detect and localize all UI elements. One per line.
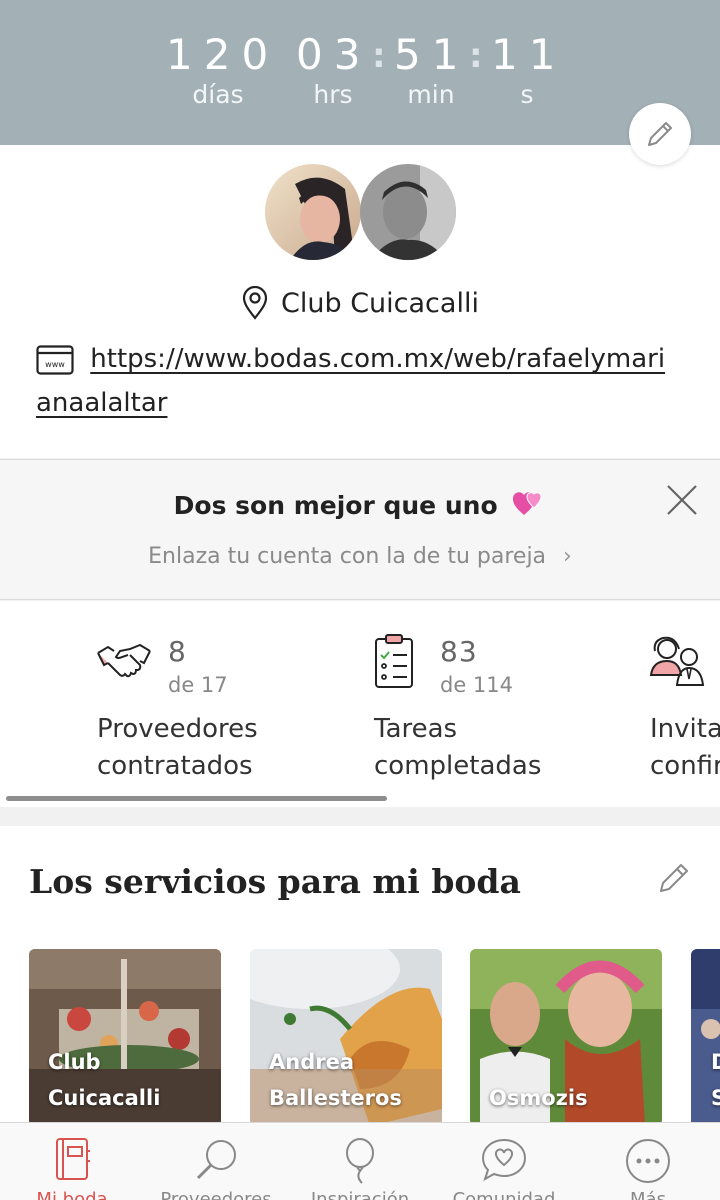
venue-name: Club Cuicacalli [281,287,479,319]
pencil-icon [648,122,672,146]
vendors-total: de 17 [168,673,228,697]
service-card[interactable]: D S [691,949,720,1126]
close-icon [667,485,697,515]
tasks-total: de 114 [440,673,514,697]
tab-mi-boda[interactable]: Mi boda [0,1123,144,1200]
tab-proveedores[interactable]: Proveedores [144,1123,288,1200]
chevron-right-icon: › [563,544,572,569]
countdown-hours: 03 hrs [296,30,370,110]
service-card[interactable]: Andrea Ballesteros [250,949,442,1126]
countdown-header: 120 días 03 hrs : 51 min : 11 s [0,0,720,145]
tasks-label: Tareas completadas [374,711,541,785]
guests-label: Invita confir [650,711,720,785]
notebook-icon [56,1138,90,1180]
card-label: D S [711,1044,720,1116]
wedding-website[interactable]: www https://www.bodas.com.mx/web/rafaely… [36,337,676,425]
time-separator: : [372,36,386,76]
card-label-line2: Ballesteros [269,1086,402,1110]
avatar-bride[interactable] [265,164,361,260]
groom-photo [360,164,456,260]
card-label-line2: S [711,1086,720,1110]
tasks-label-line1: Tareas [374,714,458,744]
hours-label: hrs [313,80,353,109]
minutes-label: min [407,80,455,109]
tab-inspiracion[interactable]: Inspiración [288,1123,432,1200]
bride-photo [265,164,361,260]
tab-label: Mi boda [36,1189,108,1200]
wedding-stats[interactable]: 8 de 17 Proveedores contratados 83 de 11… [0,601,720,807]
horizontal-scrollbar[interactable] [6,796,387,801]
tasks-completed-count: 83 [440,635,478,668]
chat-heart-icon [481,1138,527,1182]
vendors-label-line2: contratados [97,751,253,781]
edit-cover-button[interactable] [629,103,691,165]
card-label-line2: Osmozis [489,1086,588,1110]
countdown-days: 120 días [166,30,270,110]
card-label: Osmozis [489,1080,588,1116]
seconds-value: 11 [491,30,567,79]
vendors-label: Proveedores contratados [97,711,258,785]
website-link[interactable]: https://www.bodas.com.mx/web/rafaelymari… [36,344,665,418]
vendors-hired-count: 8 [168,635,187,668]
card-label: Andrea Ballesteros [269,1044,402,1116]
vendors-label-line1: Proveedores [97,714,258,744]
pencil-icon[interactable] [656,860,692,896]
bottom-tab-bar: Mi boda Proveedores Inspiración Comunida… [0,1122,720,1200]
couple-profile: Club Cuicacalli www https://www.bodas.co… [0,145,720,458]
minutes-value: 51 [394,30,470,79]
hearts-icon [513,492,542,515]
banner-subtitle-text: Enlaza tu cuenta con la de tu pareja [148,544,547,569]
guests-label-line1: Invita [650,714,720,744]
card-label-line1: Club [48,1050,101,1074]
guests-label-line2: confir [650,751,720,781]
banner-subtitle[interactable]: Enlaza tu cuenta con la de tu pareja › [0,544,720,569]
location-pin-icon [242,286,268,320]
tasks-label-line2: completadas [374,751,542,781]
tab-label: Proveedores [160,1189,272,1200]
wedding-venue[interactable]: Club Cuicacalli [0,286,720,320]
banner-title: Dos son mejor que uno [0,488,720,520]
service-card[interactable]: Osmozis [470,949,662,1126]
tab-comunidad[interactable]: Comunidad [432,1123,576,1200]
partner-link-banner[interactable]: Dos son mejor que uno Enlaza tu cuenta c… [0,459,720,600]
tab-label: Comunidad [452,1189,556,1200]
card-label: Club Cuicacalli [48,1044,160,1116]
svg-text:www: www [45,360,65,369]
banner-title-text: Dos son mejor que uno [173,491,498,520]
more-icon [626,1139,670,1183]
card-label-line1: Andrea [269,1050,355,1074]
days-value: 120 [166,30,280,79]
time-separator: : [469,36,483,76]
magnifier-icon [196,1140,236,1180]
close-banner-button[interactable] [664,482,700,522]
tab-label: Más [630,1189,666,1200]
days-label: días [192,80,244,109]
guests-icon [649,636,705,686]
hours-value: 03 [296,30,372,79]
handshake-icon [97,643,151,678]
tab-mas[interactable]: Más [576,1123,720,1200]
section-title: Los servicios para mi boda [29,862,521,901]
checklist-icon [375,634,413,688]
seconds-label: s [520,80,534,109]
countdown-seconds: 11 s [491,30,563,110]
service-card[interactable]: Club Cuicacalli [29,949,221,1126]
wedding-services-section: Los servicios para mi boda Club Cuicacal… [0,826,720,1126]
balloon-icon [346,1138,374,1184]
avatar-groom[interactable] [360,164,456,260]
countdown-minutes: 51 min [394,30,468,110]
browser-window-icon: www [36,344,74,375]
card-label-line2: Cuicacalli [48,1086,161,1110]
card-label-line1: D [711,1050,720,1074]
tab-label: Inspiración [310,1189,410,1200]
